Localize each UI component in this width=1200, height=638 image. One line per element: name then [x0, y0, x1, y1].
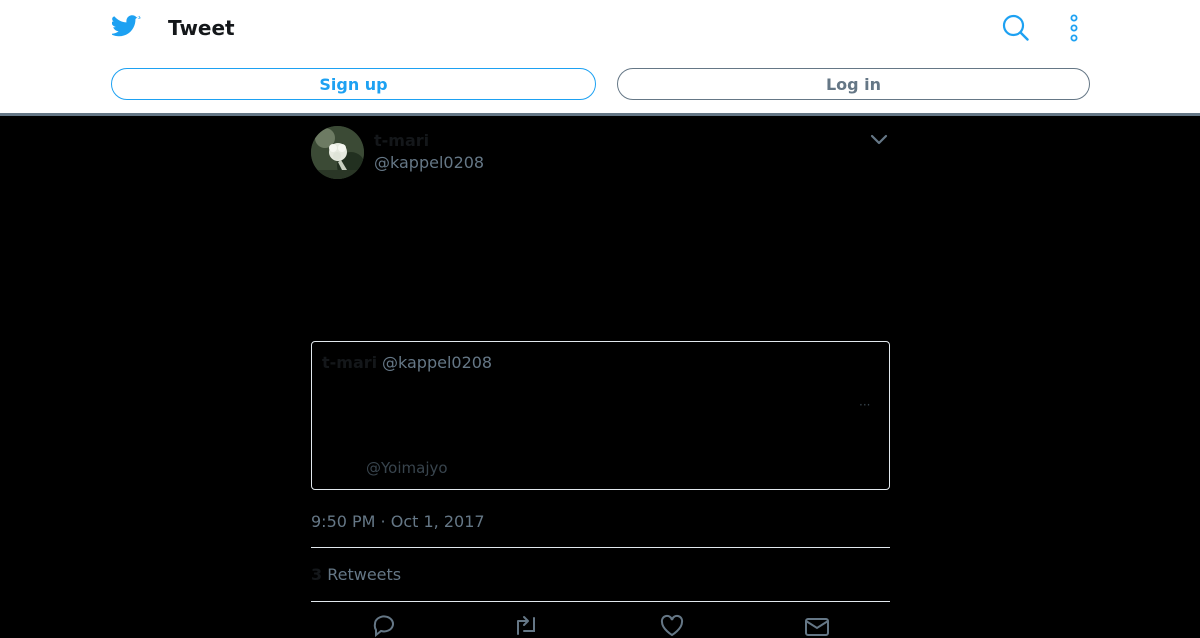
divider: [311, 547, 890, 548]
retweet-stats[interactable]: 3 Retweets: [311, 565, 401, 584]
reply-icon[interactable]: [370, 614, 398, 638]
retweet-icon[interactable]: [512, 614, 540, 638]
quoted-ellipsis: ···: [859, 398, 871, 412]
tweet-timestamp[interactable]: 9:50 PM · Oct 1, 2017: [311, 512, 485, 531]
signup-button[interactable]: Sign up: [111, 68, 596, 100]
top-bar: Tweet Sign up Log in: [0, 0, 1200, 116]
divider: [311, 601, 890, 602]
author-name[interactable]: t-mari: [374, 131, 429, 150]
quoted-tweet[interactable]: t-mari @kappel0208 ··· @Yoimajyo: [311, 341, 890, 490]
search-icon[interactable]: [1002, 14, 1029, 41]
heart-icon[interactable]: [658, 614, 686, 638]
envelope-icon[interactable]: [803, 614, 831, 638]
author-handle[interactable]: @kappel0208: [374, 153, 484, 172]
avatar-image: [311, 126, 364, 179]
more-vertical-icon[interactable]: [1064, 14, 1084, 42]
retweet-label: Retweets: [327, 565, 402, 584]
chevron-down-icon[interactable]: [869, 132, 889, 148]
login-button[interactable]: Log in: [617, 68, 1090, 100]
quoted-author-name: t-mari: [322, 353, 378, 372]
avatar[interactable]: [311, 126, 364, 179]
page-title: Tweet: [168, 16, 235, 40]
twitter-bird-icon[interactable]: [112, 14, 141, 40]
quoted-mention[interactable]: @Yoimajyo: [366, 459, 448, 477]
retweet-count: 3: [311, 565, 323, 584]
quoted-author-handle: @kappel0208: [382, 353, 493, 372]
